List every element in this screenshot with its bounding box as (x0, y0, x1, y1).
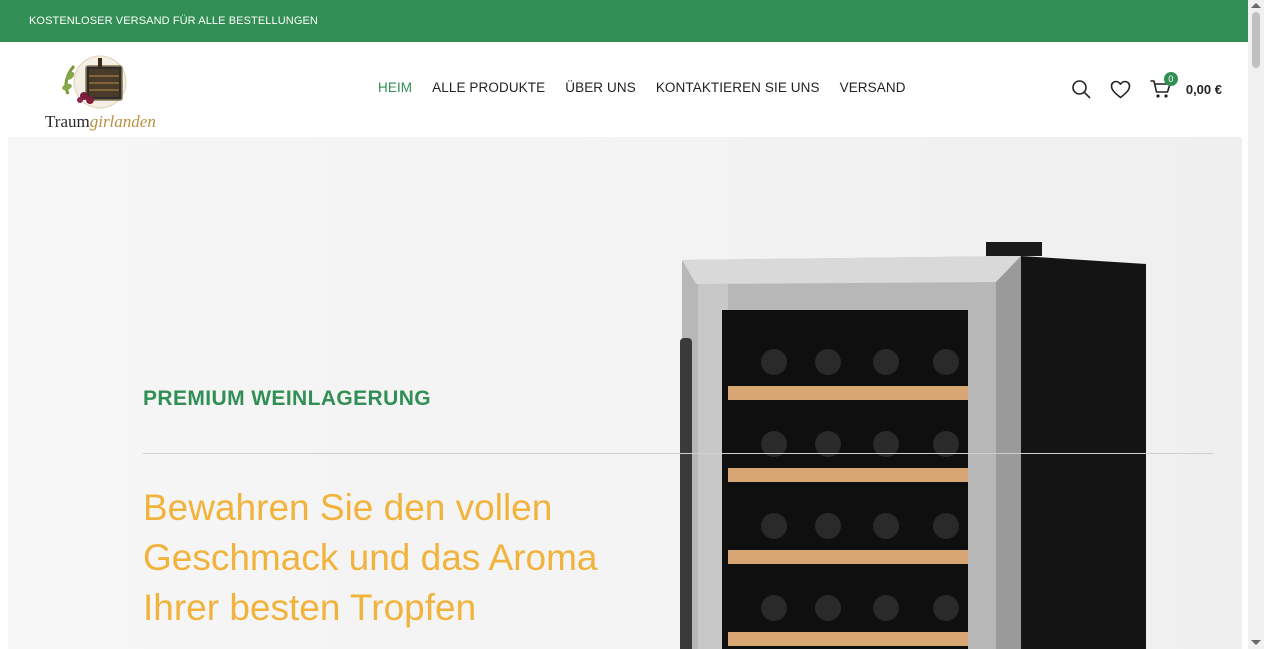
cart-count-badge: 0 (1163, 72, 1178, 86)
page: KOSTENLOSER VERSAND FÜR ALLE BESTELLUNGE… (0, 0, 1248, 649)
site-header: Traumgirlanden HEIM ALLE PRODUKTE ÜBER U… (0, 42, 1248, 137)
page-scrollbar[interactable] (1248, 0, 1264, 649)
wine-fridge-image (680, 242, 1146, 649)
promo-text: KOSTENLOSER VERSAND FÜR ALLE BESTELLUNGE… (29, 15, 318, 27)
wishlist-button[interactable] (1110, 78, 1132, 100)
hero-eyebrow: PREMIUM WEINLAGERUNG (143, 387, 431, 410)
nav-item-kontakt[interactable]: KONTAKTIEREN SIE UNS (656, 80, 820, 95)
search-button[interactable] (1070, 78, 1092, 100)
heart-icon (1111, 80, 1131, 98)
cart-total[interactable]: 0,00 € (1186, 82, 1222, 97)
main-nav: HEIM ALLE PRODUKTE ÜBER UNS KONTAKTIEREN… (378, 80, 906, 95)
logo-text-main: Traum (45, 112, 90, 131)
nav-item-alle-produkte[interactable]: ALLE PRODUKTE (432, 80, 545, 95)
hero-banner: PREMIUM WEINLAGERUNG Bewahren Sie den vo… (8, 137, 1242, 649)
promo-bar: KOSTENLOSER VERSAND FÜR ALLE BESTELLUNGE… (0, 0, 1248, 42)
logo-text: Traumgirlanden (45, 112, 156, 132)
search-icon (1072, 80, 1091, 99)
nav-item-versand[interactable]: VERSAND (840, 80, 906, 95)
nav-item-ueber-uns[interactable]: ÜBER UNS (565, 80, 636, 95)
nav-item-heim[interactable]: HEIM (378, 80, 412, 95)
logo-emblem-icon (62, 55, 127, 109)
logo-text-accent: girlanden (89, 112, 156, 131)
scroll-up-icon[interactable] (1251, 3, 1261, 8)
scroll-down-icon[interactable] (1251, 640, 1261, 645)
site-logo[interactable]: Traumgirlanden (40, 54, 168, 134)
header-tools: 0 0,00 € (1052, 72, 1222, 100)
scrollbar-thumb[interactable] (1252, 12, 1260, 68)
hero-divider (143, 453, 1213, 454)
cart-button[interactable]: 0 (1150, 72, 1178, 100)
hero-headline: Bewahren Sie den vollen Geschmack und da… (143, 487, 598, 628)
